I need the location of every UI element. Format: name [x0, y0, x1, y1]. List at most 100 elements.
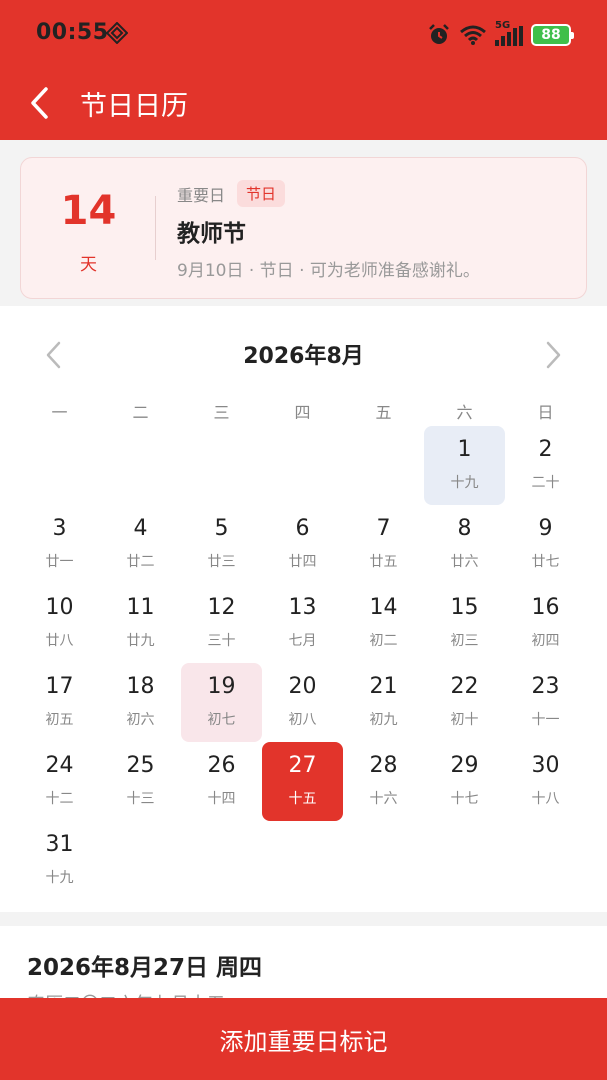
day-number: 29: [450, 753, 479, 778]
day-cell[interactable]: 22 初十: [424, 663, 505, 742]
lunar-date: 廿二: [126, 554, 155, 570]
event-description: 9月10日 · 节日 · 可为老师准备感谢礼。: [177, 261, 480, 281]
event-tag-badge: 节日: [237, 180, 286, 207]
day-number: 7: [376, 516, 391, 541]
network-type: 5G: [495, 20, 511, 31]
lunar-date: 初三: [450, 633, 479, 649]
day-cell[interactable]: 15 初三: [424, 584, 505, 663]
alarm-icon: [429, 24, 449, 44]
battery-indicator: 88: [531, 24, 574, 46]
weekday-label: 二: [132, 403, 149, 422]
lunar-date: 廿四: [288, 554, 317, 570]
day-number: 30: [531, 753, 560, 778]
weekday-label: 三: [213, 403, 230, 422]
selected-date-panel: 2026年8月27日 周四 农历二〇二六年七月十五: [0, 926, 607, 1006]
lunar-date: 初九: [369, 712, 398, 728]
day-number: 12: [207, 595, 236, 620]
weekday-label: 四: [294, 403, 311, 422]
day-number: 4: [133, 516, 148, 541]
day-number: 19: [207, 674, 236, 699]
lunar-date: 十五: [288, 791, 317, 807]
day-cell[interactable]: 28 十六: [343, 742, 424, 821]
lunar-date: 初七: [207, 712, 236, 728]
lunar-date: 十八: [531, 791, 560, 807]
lunar-date: 三十: [207, 633, 236, 649]
day-cell[interactable]: 13 七月: [262, 584, 343, 663]
day-number: 15: [450, 595, 479, 620]
day-number: 16: [531, 595, 560, 620]
day-cell[interactable]: 23 十一: [505, 663, 586, 742]
day-cell[interactable]: 16 初四: [505, 584, 586, 663]
day-cell[interactable]: 18 初六: [100, 663, 181, 742]
day-number: 6: [295, 516, 310, 541]
lunar-date: 十六: [369, 791, 398, 807]
day-cell[interactable]: 19 初七: [181, 663, 262, 742]
lunar-date: 初六: [126, 712, 155, 728]
add-important-day-button[interactable]: 添加重要日标记: [0, 998, 607, 1080]
day-cell[interactable]: 7 廿五: [343, 505, 424, 584]
day-cell[interactable]: 8 廿六: [424, 505, 505, 584]
day-cell[interactable]: 2 二十: [505, 426, 586, 505]
day-cell[interactable]: 29 十七: [424, 742, 505, 821]
day-cell[interactable]: 9 廿七: [505, 505, 586, 584]
day-cell[interactable]: 12 三十: [181, 584, 262, 663]
day-cell[interactable]: 11 廿九: [100, 584, 181, 663]
day-cell[interactable]: 20 初八: [262, 663, 343, 742]
day-cell[interactable]: 3 廿一: [19, 505, 100, 584]
day-number: 14: [369, 595, 398, 620]
day-number: 27: [288, 753, 317, 778]
lunar-date: 廿五: [369, 554, 398, 570]
page-title: 节日日历: [80, 91, 188, 122]
countdown-unit: 天: [80, 255, 97, 275]
event-countdown-card[interactable]: 14 天 重要日 节日 教师节 9月10日 · 节日 · 可为老师准备感谢礼。: [20, 157, 587, 299]
lunar-date: 廿三: [207, 554, 236, 570]
day-cell[interactable]: 21 初九: [343, 663, 424, 742]
nav-bar: 节日日历: [0, 70, 607, 140]
day-cell[interactable]: 24 十二: [19, 742, 100, 821]
weekday-label: 六: [456, 403, 473, 422]
day-cell[interactable]: 30 十八: [505, 742, 586, 821]
event-category: 重要日: [177, 185, 226, 205]
day-cell[interactable]: 4 廿二: [100, 505, 181, 584]
countdown-days: 14: [60, 188, 117, 234]
day-cell[interactable]: 26 十四: [181, 742, 262, 821]
next-month-icon[interactable]: [541, 340, 565, 370]
day-cell-selected[interactable]: 27 十五: [262, 742, 343, 821]
lunar-date: 二十: [531, 475, 560, 491]
lunar-date: 廿七: [531, 554, 560, 570]
lunar-date: 廿六: [450, 554, 479, 570]
lunar-date: 十一: [531, 712, 560, 728]
day-number: 11: [126, 595, 155, 620]
day-number: 8: [457, 516, 472, 541]
day-cell[interactable]: 14 初二: [343, 584, 424, 663]
lunar-date: 廿八: [45, 633, 74, 649]
nfc-icon: [106, 22, 128, 44]
back-icon[interactable]: [24, 83, 58, 123]
day-number: 10: [45, 595, 74, 620]
lunar-date: 初二: [369, 633, 398, 649]
weekday-label: 日: [537, 403, 554, 422]
header: 00:55 5G 88 节日日历: [0, 0, 607, 140]
day-number: 28: [369, 753, 398, 778]
lunar-date: 初五: [45, 712, 74, 728]
day-cell[interactable]: 31 十九: [19, 821, 100, 900]
day-cell[interactable]: 10 廿八: [19, 584, 100, 663]
day-cell[interactable]: 5 廿三: [181, 505, 262, 584]
lunar-date: 十七: [450, 791, 479, 807]
day-number: 20: [288, 674, 317, 699]
lunar-date: 十二: [45, 791, 74, 807]
day-number: 1: [457, 437, 472, 462]
lunar-date: 廿九: [126, 633, 155, 649]
lunar-date: 七月: [288, 633, 317, 649]
day-cell[interactable]: 25 十三: [100, 742, 181, 821]
status-time: 00:55: [36, 20, 109, 45]
day-cell[interactable]: 6 廿四: [262, 505, 343, 584]
day-cell[interactable]: 1 十九: [424, 426, 505, 505]
lunar-date: 十三: [126, 791, 155, 807]
day-cell[interactable]: 17 初五: [19, 663, 100, 742]
day-number: 3: [52, 516, 67, 541]
day-number: 18: [126, 674, 155, 699]
battery-level: 88: [541, 27, 561, 43]
day-number: 31: [45, 832, 74, 857]
event-title: 教师节: [177, 221, 246, 247]
